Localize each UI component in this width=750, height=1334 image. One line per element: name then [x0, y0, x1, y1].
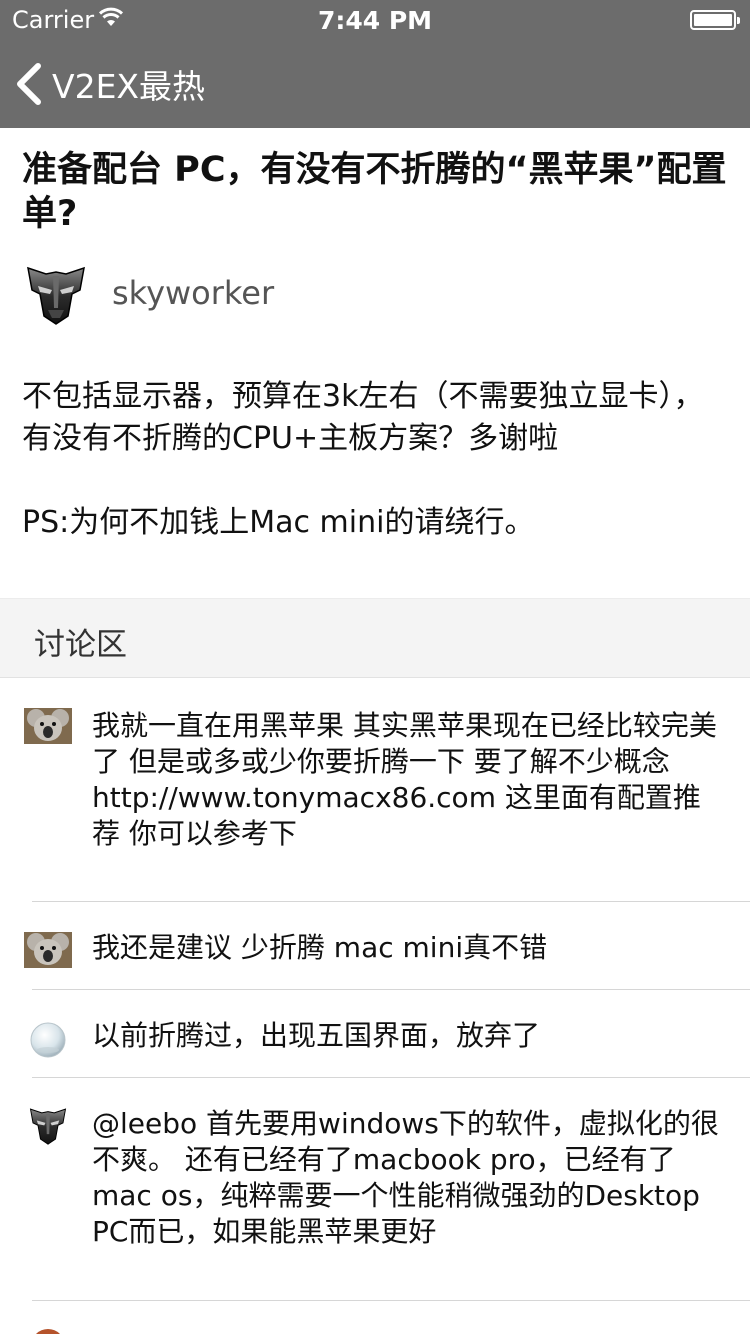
divider — [32, 989, 750, 990]
reply-text: 我还是建议 少折腾 mac mini真不错 — [92, 931, 548, 964]
reply-text: @leebo 首先要用windows下的软件，虚拟化的很不爽。 还有已经有了ma… — [92, 1107, 719, 1248]
reply-text: 我就一直在用黑苹果 其实黑苹果现在已经比较完美了 但是或多或少你要折腾一下 要了… — [92, 709, 717, 850]
status-bar: Carrier 7:44 PM — [0, 0, 750, 40]
author-name[interactable]: skyworker — [112, 274, 274, 312]
post-content: 不包括显示器，预算在3k左右（不需要独立显卡），有没有不折腾的CPU+主板方案？… — [22, 376, 732, 544]
discussion-label: 讨论区 — [34, 627, 127, 663]
divider — [32, 1077, 750, 1078]
reply-text: 以前折腾过，出现五国界面，放弃了 — [92, 1019, 541, 1052]
battery-icon — [690, 10, 740, 30]
back-button[interactable]: V2EX最热 — [14, 56, 205, 112]
status-time: 7:44 PM — [317, 6, 433, 35]
author-avatar[interactable] — [24, 264, 88, 326]
chevron-left-icon — [17, 63, 41, 105]
koala-avatar-icon[interactable] — [24, 708, 72, 748]
post-paragraph: PS:为何不加钱上Mac mini的请绕行。 — [22, 505, 535, 540]
divider — [32, 1300, 750, 1301]
koala-avatar-icon[interactable] — [24, 932, 72, 972]
discussion-section-header: 讨论区 — [0, 598, 750, 678]
post-title: 准备配台 PC，有没有不折腾的“黑苹果”配置单? — [22, 150, 727, 234]
back-button-label: V2EX最热 — [52, 67, 206, 106]
transformer-logo-icon — [27, 266, 85, 325]
post-paragraph: 不包括显示器，预算在3k左右（不需要独立显卡），有没有不折腾的CPU+主板方案？… — [22, 379, 704, 456]
next-reply-avatar-icon[interactable] — [28, 1326, 68, 1334]
divider — [32, 901, 750, 902]
orb-avatar-icon[interactable] — [28, 1020, 68, 1064]
transformer-avatar-icon[interactable] — [28, 1106, 68, 1150]
navigation-header: Carrier 7:44 PM V2EX最热 — [0, 0, 750, 128]
